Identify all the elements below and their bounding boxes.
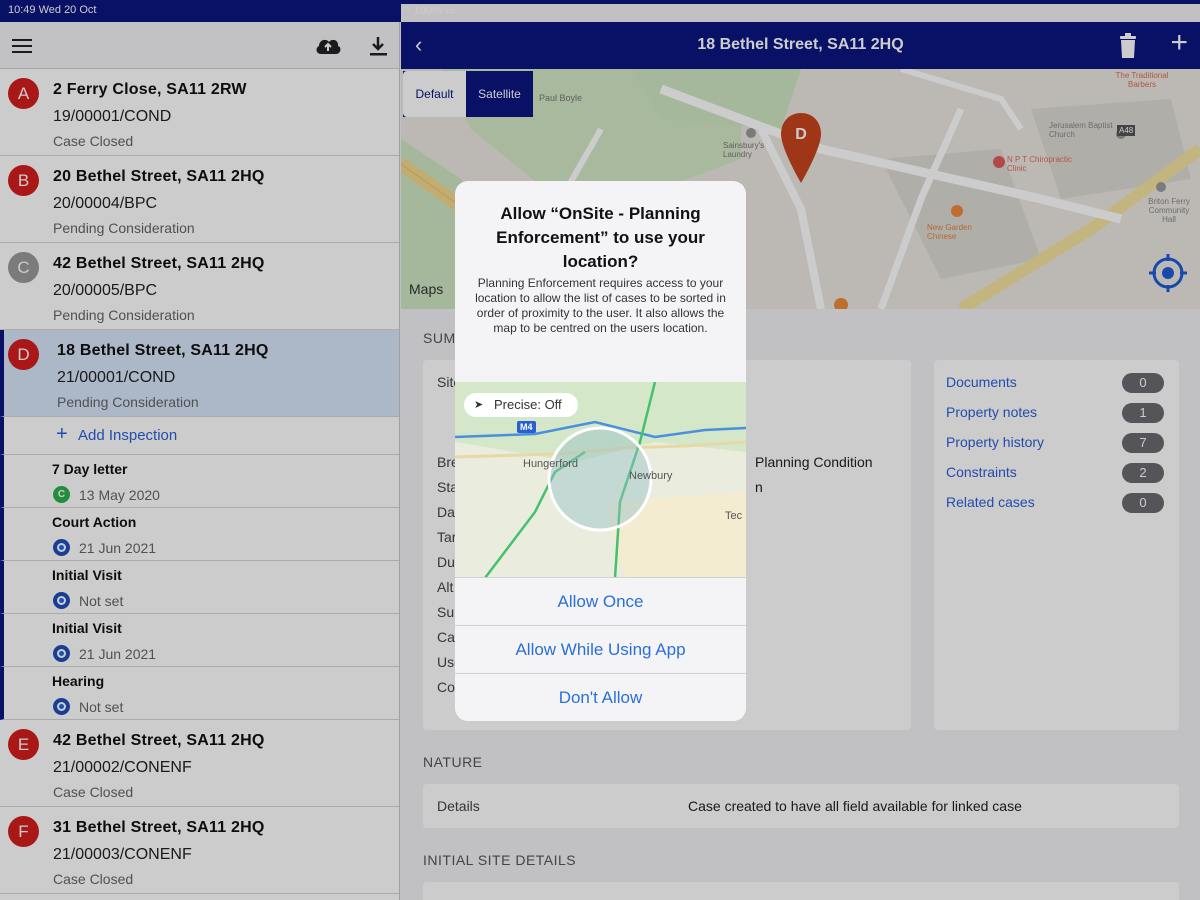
precise-location-toggle[interactable]: ➤ Precise: Off bbox=[464, 393, 578, 417]
location-arrow-icon: ➤ bbox=[474, 399, 484, 411]
alert-location-map: M4 Hungerford Newbury Tec ➤ Precise: Off bbox=[455, 382, 746, 578]
alert-map-label-m4: M4 bbox=[517, 421, 536, 433]
dont-allow-button[interactable]: Don't Allow bbox=[455, 673, 746, 721]
location-permission-alert: Allow “OnSite - Planning Enforcement” to… bbox=[455, 181, 746, 721]
alert-map-label-tec: Tec bbox=[725, 510, 743, 522]
allow-once-button[interactable]: Allow Once bbox=[455, 577, 746, 625]
allow-while-using-button[interactable]: Allow While Using App bbox=[455, 625, 746, 673]
alert-map-label-hungerford: Hungerford bbox=[523, 458, 579, 470]
precise-label: Precise: Off bbox=[494, 397, 562, 412]
alert-map-label-newbury: Newbury bbox=[629, 470, 673, 482]
alert-title: Allow “OnSite - Planning Enforcement” to… bbox=[496, 204, 705, 271]
alert-message: Planning Enforcement requires access to … bbox=[475, 276, 726, 335]
